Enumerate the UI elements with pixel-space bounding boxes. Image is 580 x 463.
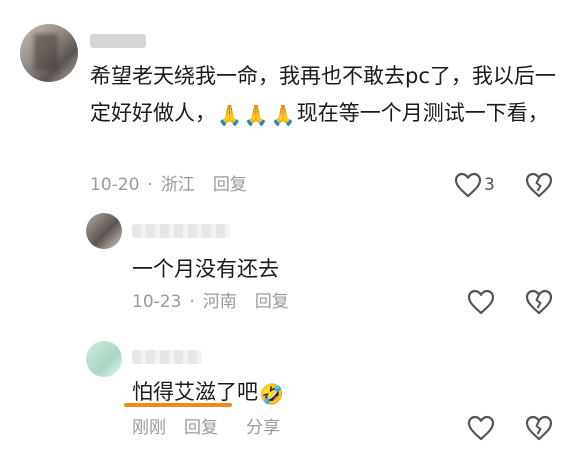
avatar[interactable]	[86, 213, 122, 249]
highlight-underline	[124, 403, 232, 407]
comment-time: 10-23	[132, 292, 182, 312]
pray-emoji-icon: 🙏	[270, 103, 296, 127]
pray-emoji-icon: 🙏	[217, 103, 242, 127]
reply-button[interactable]: 回复	[255, 292, 289, 312]
like-button[interactable]	[466, 413, 496, 443]
avatar[interactable]	[20, 24, 78, 82]
heart-outline-icon	[454, 172, 482, 198]
dislike-button[interactable]	[524, 170, 554, 200]
reply-button[interactable]: 回复	[184, 418, 218, 438]
heart-outline-icon	[467, 289, 495, 315]
rofl-emoji-icon: 🤣	[259, 382, 284, 406]
avatar[interactable]	[86, 341, 122, 377]
comment-text-part: 怕得艾滋了吧	[132, 380, 258, 404]
dislike-button[interactable]	[524, 287, 554, 317]
comment-text: 希望老天绕我一命，我再也不敢去pc了，我以后一定好好做人，🙏 🙏 🙏现在等一个月测试…	[90, 58, 560, 132]
comment-text: 一个月没有还去	[132, 257, 279, 281]
reply-button[interactable]: 回复	[213, 175, 247, 195]
broken-heart-icon	[525, 172, 553, 198]
username-redacted[interactable]	[90, 34, 146, 48]
comment-meta: 刚刚 回复 分享	[132, 418, 280, 438]
username-redacted[interactable]	[132, 224, 230, 238]
comment-time: 刚刚	[132, 418, 166, 438]
broken-heart-icon	[525, 415, 553, 441]
share-button[interactable]: 分享	[246, 418, 280, 438]
pray-emoji-icon: 🙏	[243, 103, 269, 127]
comment-location: 浙江	[160, 175, 195, 195]
dislike-button[interactable]	[524, 413, 554, 443]
meta-separator: ·	[189, 292, 195, 312]
comment-meta: 10-20 · 浙江 回复	[90, 175, 247, 195]
meta-separator: ·	[147, 175, 153, 195]
like-button[interactable]	[453, 170, 483, 200]
comment-time: 10-20	[90, 175, 140, 195]
comment-text-part: 现在等一个月测试一下看，	[296, 101, 549, 125]
heart-outline-icon	[467, 415, 495, 441]
username-redacted[interactable]	[132, 350, 202, 364]
like-count: 3	[484, 175, 495, 195]
like-button[interactable]	[466, 287, 496, 317]
comment-meta: 10-23 · 河南 回复	[132, 292, 289, 312]
comment-location: 河南	[202, 292, 237, 312]
broken-heart-icon	[525, 289, 553, 315]
